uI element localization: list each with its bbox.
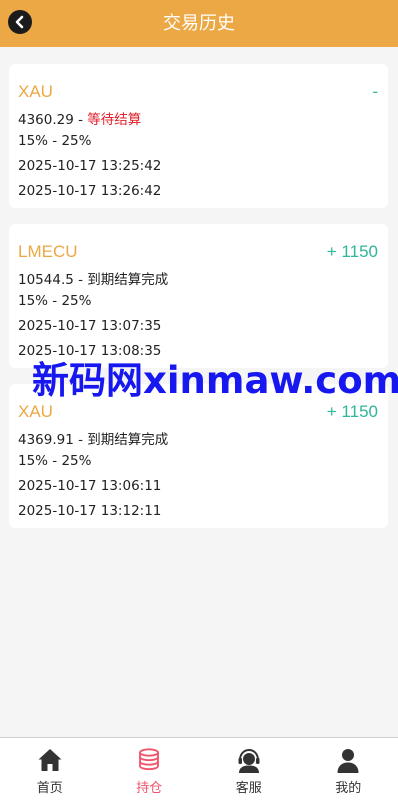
trade-status: 等待结算	[87, 112, 142, 128]
trade-card[interactable]: XAU + 1150 4369.91 - 到期结算完成 15% - 25% 20…	[9, 384, 388, 528]
trade-card[interactable]: XAU - 4360.29 - 等待结算 15% - 25% 2025-10-1…	[9, 64, 388, 208]
trade-open-time: 2025-10-17 13:25:42	[18, 158, 162, 174]
tab-label: 首页	[36, 781, 63, 796]
trade-result: + 1150	[326, 402, 378, 421]
watermark: 新码网xinmaw.com	[32, 359, 398, 402]
separator: -	[73, 272, 88, 288]
headset-icon	[238, 748, 260, 773]
tab-label: 持仓	[136, 781, 163, 796]
trade-price: 4369.91	[18, 432, 74, 448]
home-icon	[38, 749, 62, 771]
trade-result: + 1150	[326, 242, 378, 261]
user-icon	[337, 749, 359, 773]
trade-range: 15% - 25%	[18, 133, 92, 149]
tab-label: 客服	[235, 781, 262, 796]
trade-status: 到期结算完成	[87, 272, 169, 288]
trade-price: 4360.29	[18, 112, 74, 128]
trade-price-status: 4369.91 - 到期结算完成	[18, 428, 168, 448]
tab-label: 我的	[335, 781, 362, 796]
trade-open-time: 2025-10-17 13:07:35	[18, 318, 162, 334]
separator: -	[73, 112, 88, 128]
trade-range: 15% - 25%	[18, 453, 92, 469]
tab-support[interactable]: 客服	[199, 738, 299, 801]
coins-icon	[139, 748, 160, 771]
tab-profile[interactable]: 我的	[299, 738, 398, 801]
separator: -	[73, 432, 88, 448]
tab-home[interactable]: 首页	[0, 738, 100, 801]
page-title: 交易历史	[163, 13, 235, 34]
bottom-tab-bar: 首页 持仓 客服 我的	[0, 737, 398, 801]
trade-range: 15% - 25%	[18, 293, 92, 309]
trade-result: -	[372, 82, 378, 101]
tab-positions[interactable]: 持仓	[100, 738, 200, 801]
trade-open-time: 2025-10-17 13:06:11	[18, 478, 162, 494]
trade-close-time: 2025-10-17 13:26:42	[18, 183, 162, 199]
trade-price-status: 4360.29 - 等待结算	[18, 108, 141, 128]
trade-close-time: 2025-10-17 13:12:11	[18, 503, 162, 519]
trade-card[interactable]: LMECU + 1150 10544.5 - 到期结算完成 15% - 25% …	[9, 224, 388, 368]
trade-symbol: LMECU	[18, 242, 78, 261]
header-bar: 交易历史	[0, 0, 398, 47]
trade-symbol: XAU	[18, 82, 53, 101]
trade-price-status: 10544.5 - 到期结算完成	[18, 268, 168, 288]
trade-status: 到期结算完成	[87, 432, 169, 448]
trade-symbol: XAU	[18, 402, 53, 421]
trade-price: 10544.5	[18, 272, 74, 288]
